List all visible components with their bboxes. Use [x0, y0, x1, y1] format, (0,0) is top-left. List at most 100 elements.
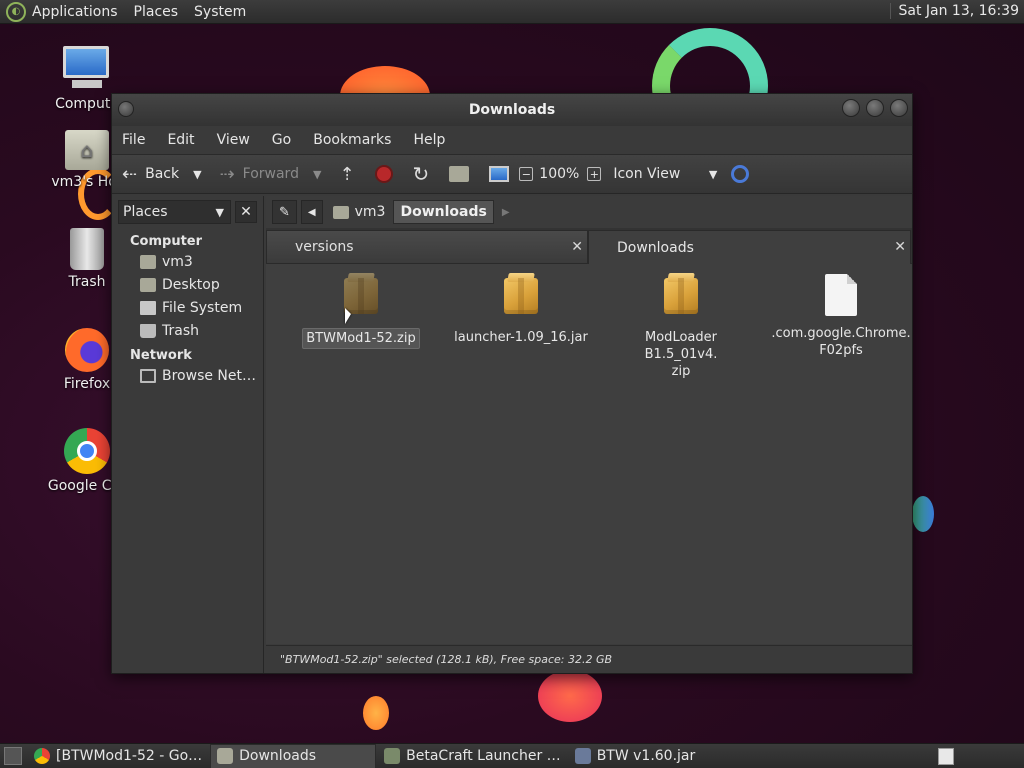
home-folder-icon — [332, 205, 349, 219]
stop-icon — [374, 165, 393, 183]
tab-downloads[interactable]: Downloads ✕ — [588, 230, 911, 264]
sidebar-item-vm3[interactable]: vm3 — [112, 250, 263, 273]
taskbar-item-chrome[interactable]: [BTWMod1-52 - Go… — [28, 744, 208, 768]
home-button[interactable] — [449, 166, 470, 182]
menu-view[interactable]: View — [217, 132, 250, 148]
chrome-icon — [64, 428, 110, 474]
forward-history-dropdown[interactable]: ▼ — [313, 168, 321, 181]
trash-icon — [70, 228, 104, 270]
sidebar: Places ▼ ✕ Computer vm3 Desktop File Sys… — [112, 196, 264, 673]
search-button[interactable] — [731, 165, 750, 183]
file-manager-window: Downloads File Edit View Go Bookmarks He… — [111, 93, 913, 674]
path-scroll-right-button[interactable]: ▶ — [496, 200, 516, 224]
maximize-button[interactable] — [866, 99, 884, 117]
tab-bar: versions ✕ Downloads ✕ — [266, 228, 912, 264]
tab-label: Downloads — [617, 239, 694, 256]
distro-logo-icon[interactable]: ◐ — [6, 1, 26, 22]
breadcrumb-vm3[interactable]: vm3 — [327, 200, 392, 224]
chevron-down-icon: ▼ — [708, 167, 718, 181]
clock[interactable]: Sat Jan 13, 16:39 — [889, 3, 1019, 19]
reload-icon: ↻ — [412, 162, 430, 186]
sidebar-item-browse-network[interactable]: Browse Net… — [112, 364, 263, 387]
bg-small-orange-blob — [363, 696, 389, 730]
menu-applications[interactable]: Applications — [32, 4, 118, 20]
mouse-cursor-icon — [345, 308, 351, 324]
computer-icon — [489, 166, 510, 182]
sidebar-selector[interactable]: Places ▼ — [118, 200, 231, 224]
document-icon — [821, 274, 861, 318]
stop-button[interactable] — [374, 165, 393, 183]
taskbar-item-betacraft[interactable]: BetaCraft Launcher … — [378, 744, 567, 768]
reload-button[interactable]: ↻ — [413, 162, 430, 186]
drive-icon — [140, 300, 156, 315]
back-arrow-icon: ⇠ — [122, 163, 138, 185]
close-button[interactable] — [890, 99, 908, 117]
toolbar: ⇠ Back ▼ ⇢ Forward ▼ ⇡ ↻ − 100% + Icon V… — [112, 154, 912, 194]
taskbar-item-btw-jar[interactable]: BTW v1.60.jar — [569, 744, 702, 768]
network-icon — [140, 368, 156, 383]
sidebar-item-trash[interactable]: Trash — [112, 319, 263, 342]
menu-file[interactable]: File — [122, 132, 145, 148]
window-menu-button[interactable] — [118, 101, 134, 117]
minimize-button[interactable] — [842, 99, 860, 117]
file-name: ModLoader B1.5_01v4. zip — [644, 330, 718, 379]
sidebar-item-label: Browse Net… — [162, 367, 257, 384]
task-label: BTW v1.60.jar — [596, 748, 696, 764]
chevron-left-icon: ◀ — [307, 206, 316, 218]
taskbar-item-downloads[interactable]: Downloads — [210, 743, 377, 768]
task-label: Downloads — [239, 748, 317, 764]
folder-icon — [217, 748, 234, 764]
zoom-in-button[interactable]: + — [587, 167, 602, 181]
close-icon[interactable]: ✕ — [571, 239, 583, 255]
search-icon — [731, 165, 750, 183]
home-folder-icon: ⌂ — [65, 130, 109, 170]
show-desktop-button[interactable] — [4, 747, 22, 765]
sidebar-section-computer: Computer — [130, 234, 203, 249]
sidebar-item-desktop[interactable]: Desktop — [112, 273, 263, 296]
close-icon[interactable]: ✕ — [894, 239, 906, 255]
close-sidebar-button[interactable]: ✕ — [235, 201, 257, 223]
sidebar-selector-value: Places — [123, 204, 168, 220]
file-icon-view[interactable]: BTWMod1-52.zip launcher-1.09_16.jar ModL… — [266, 264, 912, 644]
zoom-out-button[interactable]: − — [519, 167, 534, 181]
desktop-folder-icon — [140, 277, 156, 292]
up-button[interactable]: ⇡ — [339, 164, 354, 185]
firefox-icon — [65, 328, 109, 372]
file-item[interactable]: launcher-1.09_16.jar — [446, 274, 596, 347]
computer-icon — [63, 46, 111, 92]
workspace-switcher[interactable] — [938, 748, 954, 765]
menu-go[interactable]: Go — [272, 132, 291, 148]
file-item[interactable]: ModLoader B1.5_01v4. zip — [606, 274, 756, 381]
menu-bar: File Edit View Go Bookmarks Help — [112, 126, 912, 154]
back-button[interactable]: ⇠ Back — [122, 164, 179, 185]
window-titlebar[interactable]: Downloads — [112, 94, 912, 126]
sidebar-item-label: vm3 — [162, 253, 193, 270]
edit-location-button[interactable]: ✎ — [272, 200, 297, 224]
sidebar-item-file-system[interactable]: File System — [112, 296, 263, 319]
breadcrumb-downloads[interactable]: Downloads — [393, 200, 494, 224]
menu-system[interactable]: System — [194, 4, 246, 20]
sidebar-section-network: Network — [130, 348, 192, 363]
path-scroll-left-button[interactable]: ◀ — [300, 200, 323, 224]
back-history-dropdown[interactable]: ▼ — [193, 168, 201, 181]
sidebar-item-label: Desktop — [162, 276, 220, 293]
tab-versions[interactable]: versions ✕ — [266, 230, 588, 264]
chevron-down-icon: ▼ — [193, 167, 202, 181]
file-name: .com.google.Chrome. F02pfs — [771, 326, 911, 358]
bg-teal-blob — [912, 496, 934, 532]
view-mode-select[interactable]: Icon View ▼ — [613, 166, 717, 182]
menu-bookmarks[interactable]: Bookmarks — [313, 132, 391, 148]
forward-button[interactable]: ⇢ Forward — [220, 164, 299, 185]
sidebar-header: Places ▼ ✕ — [112, 196, 263, 228]
file-item[interactable]: BTWMod1-52.zip — [286, 274, 436, 349]
menu-places[interactable]: Places — [134, 4, 179, 20]
sidebar-item-label: File System — [162, 299, 243, 316]
file-item[interactable]: .com.google.Chrome. F02pfs — [766, 274, 916, 360]
menu-edit[interactable]: Edit — [167, 132, 194, 148]
top-panel: ◐ Applications Places System Sat Jan 13,… — [0, 0, 1024, 24]
computer-button[interactable] — [489, 166, 510, 182]
main-pane: ✎ ◀ vm3 Downloads ▶ versions ✕ Downloads — [266, 196, 912, 673]
zoom-out-icon: − — [519, 167, 534, 181]
menu-help[interactable]: Help — [413, 132, 445, 148]
breadcrumb-label: vm3 — [354, 204, 386, 220]
